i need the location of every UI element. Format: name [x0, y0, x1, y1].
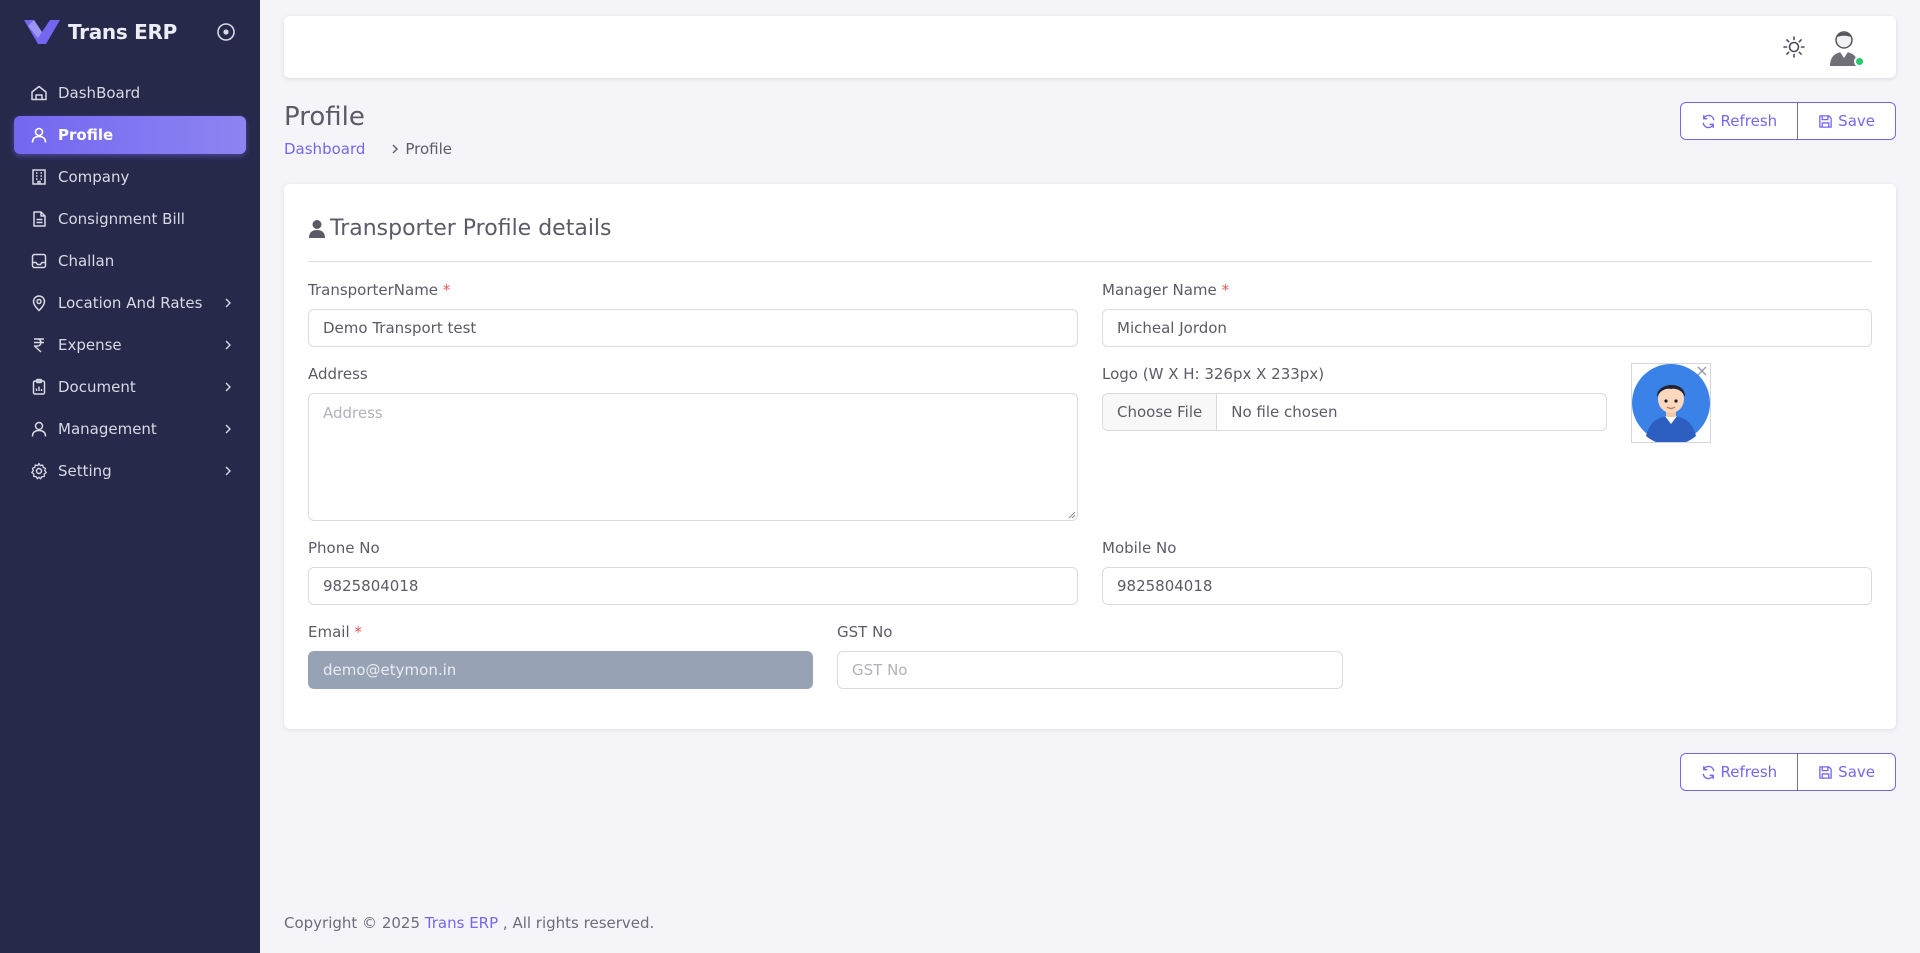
- phone-input[interactable]: 9825804018: [308, 567, 1078, 605]
- building-icon: [32, 169, 46, 185]
- sidebar-item-consignment-bill[interactable]: Consignment Bill: [14, 200, 246, 238]
- sidebar-item-setting[interactable]: Setting: [14, 452, 246, 490]
- refresh-label: Refresh: [1720, 112, 1778, 130]
- manager-name-input[interactable]: Micheal Jordon: [1102, 309, 1872, 347]
- resize-grip-icon[interactable]: [1068, 511, 1076, 519]
- sidebar-item-label: Expense: [58, 336, 122, 354]
- footer: Copyright © 2025 Trans ERP , All rights …: [284, 914, 654, 932]
- card-divider: [308, 261, 1872, 262]
- close-icon[interactable]: [1696, 365, 1708, 377]
- chevron-right-icon: [225, 466, 231, 476]
- refresh-label: Refresh: [1720, 763, 1778, 781]
- chevron-right-icon: [225, 424, 231, 434]
- user-icon: [31, 127, 47, 143]
- chevron-right-icon: [392, 144, 399, 154]
- footer-brand-link[interactable]: Trans ERP: [425, 914, 498, 932]
- label-text: Email: [308, 623, 350, 641]
- card-title: Transporter Profile details: [308, 216, 612, 241]
- sidebar-item-location-and-rates[interactable]: Location And Rates: [14, 284, 246, 322]
- page-title: Profile: [284, 102, 365, 132]
- brand-logo-icon: [24, 20, 60, 44]
- sidebar-item-label: DashBoard: [58, 84, 141, 102]
- inbox-icon: [31, 253, 47, 269]
- brand[interactable]: Trans ERP: [0, 0, 260, 64]
- chevron-right-icon: [225, 340, 231, 350]
- transporter-name-label: TransporterName *: [308, 281, 450, 299]
- chevron-right-icon: [225, 298, 231, 308]
- gst-label: GST No: [837, 623, 893, 641]
- sun-icon[interactable]: [1782, 35, 1806, 59]
- sidebar-item-label: Consignment Bill: [58, 210, 185, 228]
- refresh-icon: [1702, 765, 1714, 779]
- manager-name-label: Manager Name *: [1102, 281, 1229, 299]
- logo-preview: [1631, 363, 1711, 443]
- logo-file-input[interactable]: Choose File No file chosen: [1102, 393, 1607, 431]
- address-textarea[interactable]: Address: [308, 393, 1078, 521]
- rupee-icon: [33, 338, 44, 353]
- card-title-text: Transporter Profile details: [330, 216, 612, 241]
- sidebar-item-company[interactable]: Company: [14, 158, 246, 196]
- save-label: Save: [1838, 112, 1875, 130]
- sidebar-menu: DashBoard Profile Company Consignment Bi…: [0, 64, 260, 490]
- mobile-label: Mobile No: [1102, 539, 1177, 557]
- footer-copyright: Copyright © 2025: [284, 914, 425, 932]
- required-mark: *: [354, 623, 362, 641]
- label-text: Manager Name: [1102, 281, 1217, 299]
- user-icon: [309, 219, 325, 238]
- logo-label: Logo (W X H: 326px X 233px): [1102, 365, 1325, 383]
- sidebar-item-management[interactable]: Management: [14, 410, 246, 448]
- chevron-right-icon: [225, 382, 231, 392]
- sidebar-item-dashboard[interactable]: DashBoard: [14, 74, 246, 112]
- sidebar-item-challan[interactable]: Challan: [14, 242, 246, 280]
- bottom-action-group: Refresh Save: [1679, 753, 1896, 791]
- breadcrumb: Dashboard Profile: [284, 140, 452, 158]
- sidebar-item-label: Setting: [58, 462, 112, 480]
- top-action-group: Refresh Save: [1679, 102, 1896, 140]
- phone-label: Phone No: [308, 539, 380, 557]
- sidebar-item-label: Document: [58, 378, 136, 396]
- menu-toggle-icon[interactable]: [216, 22, 236, 42]
- breadcrumb-home-link[interactable]: Dashboard: [284, 140, 365, 158]
- transporter-name-input[interactable]: Demo Transport test: [308, 309, 1078, 347]
- save-button[interactable]: Save: [1797, 753, 1896, 791]
- footer-rights: , All rights reserved.: [498, 914, 655, 932]
- gst-input[interactable]: GST No: [837, 651, 1343, 689]
- file-text-icon: [33, 211, 46, 227]
- label-text: TransporterName: [308, 281, 439, 299]
- sidebar-item-label: Challan: [58, 252, 115, 270]
- sidebar-item-label: Company: [58, 168, 130, 186]
- address-label: Address: [308, 365, 368, 383]
- clipboard-icon: [32, 378, 46, 395]
- brand-name: Trans ERP: [68, 20, 177, 44]
- home-icon: [31, 85, 47, 101]
- save-icon: [1819, 114, 1832, 128]
- online-status-dot: [1854, 56, 1865, 67]
- file-status-text: No file chosen: [1231, 403, 1338, 421]
- email-label: Email *: [308, 623, 362, 641]
- mobile-input[interactable]: 9825804018: [1102, 567, 1872, 605]
- map-pin-icon: [32, 295, 46, 312]
- refresh-button[interactable]: Refresh: [1679, 102, 1799, 140]
- topbar: [284, 16, 1896, 78]
- sidebar-item-label: Location And Rates: [58, 294, 203, 312]
- sidebar-item-profile[interactable]: Profile: [14, 116, 246, 154]
- save-button[interactable]: Save: [1797, 102, 1896, 140]
- gear-icon: [31, 462, 47, 480]
- required-mark: *: [442, 281, 451, 299]
- sidebar-item-label: Management: [58, 420, 157, 438]
- refresh-button[interactable]: Refresh: [1679, 753, 1799, 791]
- choose-file-button[interactable]: Choose File: [1103, 394, 1218, 430]
- sidebar: Trans ERP DashBoard Profile Company Cons…: [0, 0, 260, 953]
- save-label: Save: [1838, 763, 1875, 781]
- breadcrumb-current: Profile: [405, 140, 453, 158]
- save-icon: [1819, 765, 1832, 779]
- refresh-icon: [1702, 114, 1714, 128]
- sidebar-item-expense[interactable]: Expense: [14, 326, 246, 364]
- user-icon: [31, 421, 47, 437]
- email-input: demo@etymon.in: [308, 651, 813, 689]
- sidebar-item-document[interactable]: Document: [14, 368, 246, 406]
- required-mark: *: [1221, 281, 1230, 299]
- sidebar-item-label: Profile: [58, 126, 114, 144]
- profile-card: Transporter Profile details TransporterN…: [284, 184, 1896, 729]
